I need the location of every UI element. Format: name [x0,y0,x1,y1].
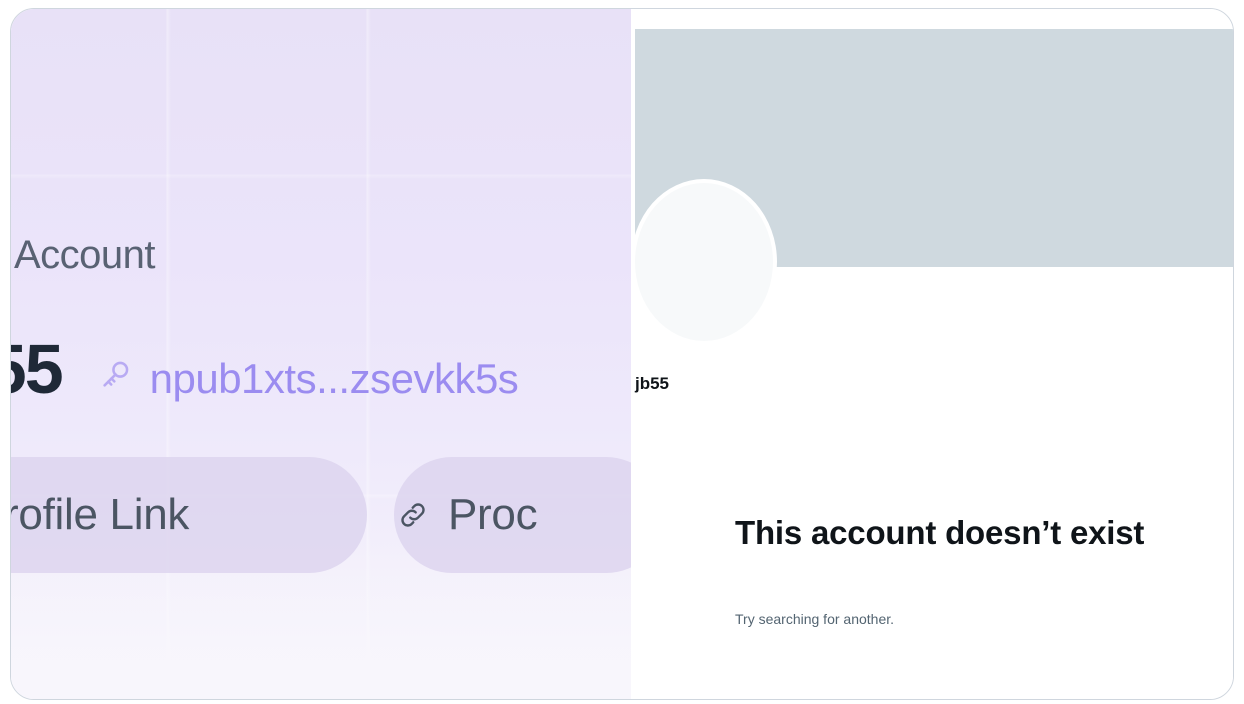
profile-link-button[interactable]: Profile Link [11,457,367,573]
right-profile-panel: jb55 This account doesn’t exist Try sear… [631,9,1233,699]
account-username: b55 [11,330,64,408]
npub-key-link[interactable]: npub1xts...zsevkk5s [150,355,519,403]
account-error-title: This account doesn’t exist [735,514,1145,551]
proof-label: Proc [448,490,538,539]
account-error-subtitle: Try searching for another. [735,611,895,627]
screenshot-frame: er Account b55 npub1xts...zsevkk5s [10,8,1234,700]
proof-button[interactable]: Proc [394,457,631,573]
account-subtitle: er Account [11,233,156,277]
profile-handle: jb55 [635,374,670,393]
key-icon [96,354,136,394]
link-icon [394,496,432,534]
profile-link-label: Profile Link [11,490,190,539]
left-account-card: er Account b55 npub1xts...zsevkk5s [11,9,631,699]
account-name-row: b55 npub1xts...zsevkk5s [11,329,519,409]
avatar [631,179,777,345]
